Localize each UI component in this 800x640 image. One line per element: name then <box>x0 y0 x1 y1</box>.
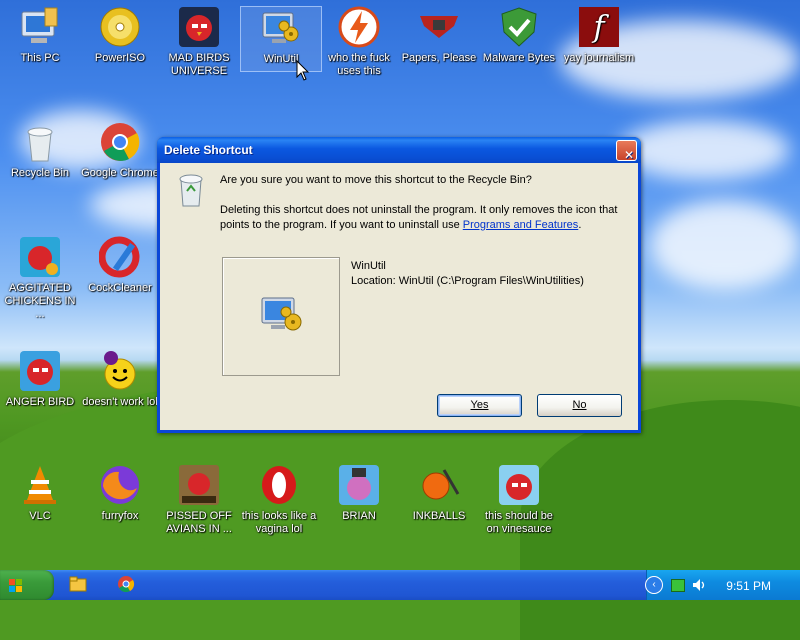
network-icon[interactable] <box>671 579 685 592</box>
desktop-icon-yay-journalism[interactable]: f yay journalism <box>559 6 639 65</box>
no-button-label: No <box>572 399 587 411</box>
desktop-icon-papers-please[interactable]: Papers, Please <box>399 6 479 65</box>
desktop-icon-label: ANGER BIRD <box>5 396 75 408</box>
chrome-icon <box>116 576 136 597</box>
desktop-icon-google-chrome[interactable]: Google Chrome <box>80 121 160 180</box>
dialog-title-bar[interactable]: Delete Shortcut ✕ <box>157 137 641 163</box>
item-location: Location: WinUtil (C:\Program Files\WinU… <box>351 275 584 287</box>
desktop-icon-label: furryfox <box>101 510 139 522</box>
desktop-icon-label: this should be on vinesauce <box>485 510 553 535</box>
desktop-icon-who-uses-this[interactable]: who the fuck uses this <box>319 6 399 78</box>
lightning-icon <box>338 6 380 48</box>
desktop-icon-opera[interactable]: this looks like a vagina lol <box>239 464 319 536</box>
desktop-icon-vinesauce[interactable]: this should be on vinesauce <box>479 464 559 536</box>
desktop-icon-label: Papers, Please <box>401 52 477 64</box>
desktop-icon-mad-birds[interactable]: MAD BIRDS UNIVERSE <box>159 6 239 78</box>
chevron-left-icon: ‹ <box>652 579 656 590</box>
desktop-icon-doesnt-work[interactable]: doesn't work lol <box>80 350 160 409</box>
desktop-icon-furryfox[interactable]: furryfox <box>80 464 160 523</box>
desktop-icon-label: yay journalism <box>563 52 635 64</box>
start-button[interactable] <box>0 570 54 600</box>
dialog-title: Delete Shortcut <box>164 143 253 157</box>
ccleaner-icon <box>98 236 141 278</box>
item-name: WinUtil <box>351 260 386 272</box>
desktop-icon-label: PowerISO <box>94 52 146 64</box>
desktop-icon-pissed-off-avians[interactable]: PISSED OFF AVIANS IN ... <box>159 464 239 536</box>
uninstall-info: Deleting this shortcut does not uninstal… <box>220 203 620 233</box>
desktop-icon-label: This PC <box>20 52 60 64</box>
delete-shortcut-dialog: Delete Shortcut ✕ Are you sure you want … <box>157 137 641 433</box>
angry-bird-rio-icon <box>19 236 61 278</box>
desktop-icon-label: Recycle Bin <box>10 167 70 179</box>
programs-and-features-link[interactable]: Programs and Features <box>463 219 579 231</box>
system-tray: ‹ 9:51 PM <box>645 570 800 600</box>
close-button[interactable]: ✕ <box>616 140 637 162</box>
desktop-icon-label: this looks like a vagina lol <box>241 510 317 535</box>
inkball-icon <box>418 464 460 506</box>
winutil-icon <box>260 7 302 49</box>
vlc-cone-icon <box>19 464 61 506</box>
desktop-icon-cockcleaner[interactable]: CockCleaner <box>80 236 160 295</box>
yahoo-messenger-icon <box>99 350 141 392</box>
desktop-icon-label: PISSED OFF AVIANS IN ... <box>166 510 232 535</box>
confirmation-question: Are you sure you want to move this short… <box>220 174 532 186</box>
shortcut-preview-box <box>222 257 340 376</box>
desktop-icon-label: MAD BIRDS UNIVERSE <box>168 52 230 77</box>
volume-icon[interactable] <box>691 577 707 596</box>
desktop-icon-label: INKBALLS <box>412 510 466 522</box>
desktop-icon-vlc[interactable]: VLC <box>0 464 80 523</box>
uninstall-info-end: . <box>578 219 582 231</box>
no-button[interactable]: No <box>537 394 622 417</box>
desktop-icon-recycle-bin[interactable]: Recycle Bin <box>0 121 80 180</box>
angry-bird-icon <box>498 464 540 506</box>
desktop-icon-inkballs[interactable]: INKBALLS <box>399 464 479 523</box>
this-pc-icon <box>19 6 61 48</box>
desktop-icon-poweriso[interactable]: PowerISO <box>80 6 160 65</box>
desktop-icon-label: Google Chrome <box>81 167 159 179</box>
desktop-icon-aggitated-chickens[interactable]: AGGITATED CHICKENS IN ... <box>0 236 80 321</box>
chrome-quicklaunch[interactable] <box>116 574 140 596</box>
winutil-icon <box>259 292 305 339</box>
windows-flag-icon <box>8 578 22 592</box>
desktop-icon-label: Malware Bytes <box>482 52 556 64</box>
recycle-bin-icon <box>19 121 61 163</box>
desktop-icon-label: AGGITATED CHICKENS IN ... <box>4 282 76 320</box>
opera-icon <box>258 464 300 506</box>
desktop-icon-label: who the fuck uses this <box>328 52 390 77</box>
disc-icon <box>99 6 141 48</box>
show-hidden-icons-button[interactable]: ‹ <box>645 576 663 594</box>
yes-button[interactable]: Yes <box>437 394 522 417</box>
clock[interactable]: 9:51 PM <box>726 579 771 593</box>
folder-icon <box>68 576 88 597</box>
angry-bird-space-icon <box>178 6 220 48</box>
desktop-icon-label: VLC <box>29 510 51 522</box>
desktop-icon-anger-bird[interactable]: ANGER BIRD <box>0 350 80 409</box>
file-explorer-quicklaunch[interactable] <box>68 574 92 596</box>
desktop-icon-this-pc[interactable]: This PC <box>0 6 80 65</box>
angry-bird-icon <box>19 350 61 392</box>
desktop-icon-label: CockCleaner <box>88 282 152 294</box>
taskbar: ‹ 9:51 PM <box>0 570 800 600</box>
chrome-icon <box>99 121 141 163</box>
desktop-icon-malware-bytes[interactable]: Malware Bytes <box>479 6 559 65</box>
shield-icon <box>498 6 540 48</box>
desktop-icon-brian[interactable]: BRIAN <box>319 464 399 523</box>
angry-bird-pink-icon <box>338 464 380 506</box>
mouse-cursor-icon <box>296 59 310 85</box>
angry-birds-seasons-icon <box>178 464 220 506</box>
desktop-icon-label: BRIAN <box>342 510 376 522</box>
flash-icon: f <box>578 6 620 48</box>
recycle-bin-icon <box>176 171 206 210</box>
close-icon: ✕ <box>624 148 635 162</box>
desktop-icon-label: doesn't work lol <box>82 396 158 408</box>
yes-button-label: Yes <box>470 399 489 411</box>
eagle-emblem-icon <box>418 6 460 48</box>
firefox-icon <box>99 464 141 506</box>
dialog-body: Are you sure you want to move this short… <box>160 163 638 430</box>
